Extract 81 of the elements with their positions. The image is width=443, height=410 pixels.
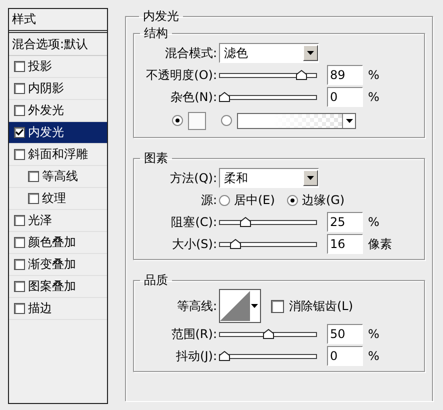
dropdown[interactable]: 柔和 [219, 168, 319, 188]
caret-icon [251, 304, 258, 308]
slider-track[interactable] [219, 72, 317, 78]
checkbox[interactable] [28, 193, 39, 204]
caret-icon [303, 170, 318, 186]
slider-thumb[interactable] [262, 328, 274, 338]
group-title: 品质 [143, 272, 169, 289]
panel-title: 样式 [9, 9, 107, 33]
style-item[interactable]: 渐变叠加 [9, 254, 107, 276]
unit-label: % [368, 68, 380, 82]
slider-track[interactable] [219, 242, 317, 246]
radio-button[interactable] [219, 194, 230, 206]
unit-label: 像素 [368, 236, 392, 252]
checkbox[interactable] [28, 171, 39, 182]
checkbox[interactable] [14, 127, 25, 138]
checkbox[interactable] [14, 149, 25, 160]
slider-thumb[interactable] [296, 68, 308, 78]
radio-label[interactable]: 边缘(G) [302, 192, 345, 208]
radio-button[interactable] [221, 115, 232, 126]
field-label: 范围(R): [170, 326, 218, 342]
style-item[interactable]: 纹理 [9, 188, 107, 210]
field-label: 不透明度(O): [145, 66, 218, 84]
color-swatch[interactable] [188, 112, 206, 130]
style-item[interactable]: 内阴影 [9, 78, 107, 100]
style-item[interactable]: 内发光 [9, 122, 107, 144]
field-label: 方法(Q): [169, 170, 218, 186]
style-item[interactable]: 投影 [9, 56, 107, 78]
slider-thumb[interactable] [230, 238, 242, 248]
number-field[interactable]: 16 [327, 234, 363, 254]
group-title: 结构 [143, 25, 169, 42]
unit-label: % [368, 90, 380, 104]
checkbox[interactable] [14, 259, 25, 270]
checkbox[interactable] [14, 215, 25, 226]
section-title: 内发光 [142, 8, 180, 25]
slider-track[interactable] [219, 354, 317, 358]
unit-label: % [368, 349, 380, 363]
group-title: 图素 [143, 150, 169, 167]
field-label: 大小(S): [170, 236, 218, 252]
style-item[interactable]: 等高线 [9, 166, 107, 188]
checkbox[interactable] [14, 303, 25, 314]
contour-curve-icon [220, 291, 250, 321]
style-item[interactable]: 光泽 [9, 210, 107, 232]
slider-track[interactable] [219, 94, 317, 100]
dropdown[interactable]: 滤色 [219, 43, 319, 63]
number-field[interactable]: 50 [327, 324, 363, 344]
checkbox-label[interactable]: 消除锯齿(L) [289, 298, 354, 314]
number-field[interactable]: 25 [327, 212, 363, 232]
checkbox[interactable] [271, 300, 284, 312]
field-label: 等高线: [176, 298, 218, 314]
style-item[interactable]: 斜面和浮雕 [9, 144, 107, 166]
blending-options-item[interactable]: 混合选项:默认 [9, 33, 107, 56]
gradient-picker[interactable] [237, 112, 356, 128]
checkbox[interactable] [14, 281, 25, 292]
number-field[interactable]: 0 [327, 87, 363, 107]
style-item[interactable]: 描边 [9, 298, 107, 320]
field-label: 抖动(J): [175, 348, 218, 364]
slider-thumb[interactable] [219, 90, 230, 100]
style-item[interactable]: 颜色叠加 [9, 232, 107, 254]
radio-button[interactable] [286, 194, 298, 206]
caret-icon [303, 45, 318, 61]
checkbox[interactable] [14, 237, 25, 248]
unit-label: % [368, 327, 380, 341]
radio-button[interactable] [172, 115, 183, 126]
field-label: 混合模式: [164, 44, 218, 62]
radio-label[interactable]: 居中(E) [234, 192, 275, 208]
slider-track[interactable] [219, 220, 317, 224]
unit-label: % [368, 215, 380, 229]
caret-icon [342, 114, 355, 128]
contour-picker[interactable] [219, 289, 261, 323]
slider-thumb[interactable] [219, 350, 230, 360]
slider-track[interactable] [219, 332, 317, 336]
checkbox[interactable] [14, 105, 25, 116]
checkbox[interactable] [14, 61, 25, 72]
slider-thumb[interactable] [240, 216, 251, 226]
style-item[interactable]: 图案叠加 [9, 276, 107, 298]
checkbox[interactable] [14, 83, 25, 94]
number-field[interactable]: 89 [327, 65, 363, 85]
number-field[interactable]: 0 [327, 346, 363, 366]
field-label: 源: [200, 192, 218, 208]
field-label: 阻塞(C): [170, 214, 218, 230]
field-label: 杂色(N): [170, 88, 218, 106]
